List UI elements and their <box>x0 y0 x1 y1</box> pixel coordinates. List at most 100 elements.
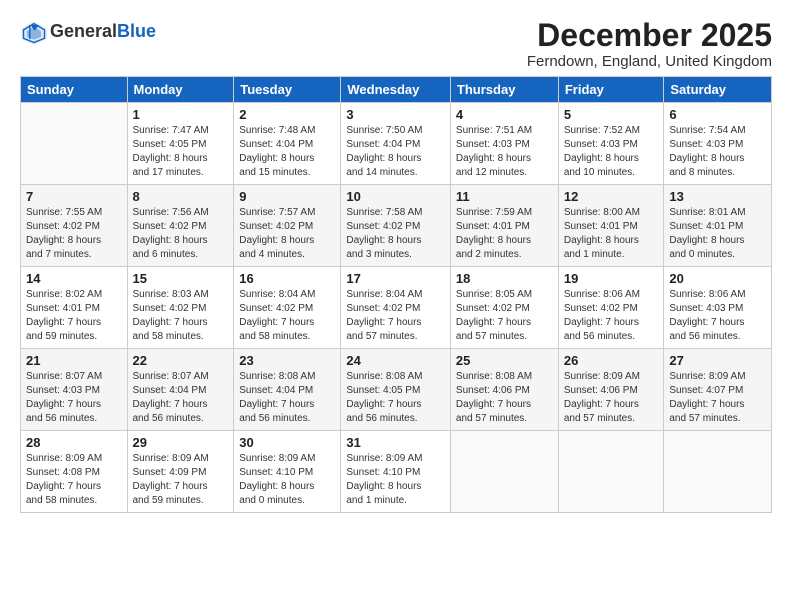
calendar-day-cell: 1 Sunrise: 7:47 AM Sunset: 4:05 PM Daylig… <box>127 103 234 185</box>
day-info: Sunrise: 8:09 AM Sunset: 4:07 PM Dayligh… <box>669 370 766 426</box>
day-info: Sunrise: 7:47 AM Sunset: 4:05 PM Dayligh… <box>133 124 229 180</box>
calendar-day-cell: 19Sunrise: 8:06 AM Sunset: 4:02 PM Dayli… <box>558 267 664 349</box>
day-info: Sunrise: 7:59 AM Sunset: 4:01 PM Dayligh… <box>456 206 553 262</box>
day-info: Sunrise: 8:02 AM Sunset: 4:01 PM Dayligh… <box>26 288 122 344</box>
weekday-header-saturday: Saturday <box>664 77 772 103</box>
day-number: 4 <box>456 107 553 122</box>
day-info: Sunrise: 7:55 AM Sunset: 4:02 PM Dayligh… <box>26 206 122 262</box>
calendar-day-cell: 11 Sunrise: 7:59 AM Sunset: 4:01 PM Dayli… <box>450 185 558 267</box>
day-number: 3 <box>346 107 445 122</box>
day-number: 22 <box>133 353 229 368</box>
day-info: Sunrise: 8:06 AM Sunset: 4:02 PM Dayligh… <box>564 288 659 344</box>
day-info: Sunrise: 7:57 AM Sunset: 4:02 PM Dayligh… <box>239 206 335 262</box>
weekday-header-row: SundayMondayTuesdayWednesdayThursdayFrid… <box>21 77 772 103</box>
day-number: 14 <box>26 271 122 286</box>
day-number: 7 <box>26 189 122 204</box>
day-info: Sunrise: 8:09 AM Sunset: 4:06 PM Dayligh… <box>564 370 659 426</box>
day-info: Sunrise: 8:04 AM Sunset: 4:02 PM Dayligh… <box>346 288 445 344</box>
day-info: Sunrise: 8:00 AM Sunset: 4:01 PM Dayligh… <box>564 206 659 262</box>
logo-general-text: General <box>50 21 117 41</box>
calendar-day-cell: 20Sunrise: 8:06 AM Sunset: 4:03 PM Dayli… <box>664 267 772 349</box>
day-number: 24 <box>346 353 445 368</box>
day-info: Sunrise: 8:07 AM Sunset: 4:03 PM Dayligh… <box>26 370 122 426</box>
day-info: Sunrise: 8:08 AM Sunset: 4:06 PM Dayligh… <box>456 370 553 426</box>
day-info: Sunrise: 8:01 AM Sunset: 4:01 PM Dayligh… <box>669 206 766 262</box>
day-number: 17 <box>346 271 445 286</box>
day-info: Sunrise: 7:50 AM Sunset: 4:04 PM Dayligh… <box>346 124 445 180</box>
calendar-day-cell: 12 Sunrise: 8:00 AM Sunset: 4:01 PM Dayli… <box>558 185 664 267</box>
calendar-day-cell: 13 Sunrise: 8:01 AM Sunset: 4:01 PM Dayli… <box>664 185 772 267</box>
day-number: 26 <box>564 353 659 368</box>
calendar-day-cell: 29 Sunrise: 8:09 AM Sunset: 4:09 PM Dayli… <box>127 431 234 513</box>
calendar-day-cell: 23 Sunrise: 8:08 AM Sunset: 4:04 PM Dayli… <box>234 349 341 431</box>
calendar-day-cell <box>21 103 128 185</box>
day-number: 5 <box>564 107 659 122</box>
calendar-day-cell: 4 Sunrise: 7:51 AM Sunset: 4:03 PM Daylig… <box>450 103 558 185</box>
calendar-day-cell: 10Sunrise: 7:58 AM Sunset: 4:02 PM Dayli… <box>341 185 451 267</box>
calendar-day-cell: 17 Sunrise: 8:04 AM Sunset: 4:02 PM Dayli… <box>341 267 451 349</box>
day-info: Sunrise: 7:51 AM Sunset: 4:03 PM Dayligh… <box>456 124 553 180</box>
weekday-header-sunday: Sunday <box>21 77 128 103</box>
day-number: 13 <box>669 189 766 204</box>
day-info: Sunrise: 7:48 AM Sunset: 4:04 PM Dayligh… <box>239 124 335 180</box>
day-number: 18 <box>456 271 553 286</box>
day-info: Sunrise: 8:03 AM Sunset: 4:02 PM Dayligh… <box>133 288 229 344</box>
weekday-header-thursday: Thursday <box>450 77 558 103</box>
day-number: 2 <box>239 107 335 122</box>
calendar-week-row: 21 Sunrise: 8:07 AM Sunset: 4:03 PM Dayli… <box>21 349 772 431</box>
day-info: Sunrise: 7:56 AM Sunset: 4:02 PM Dayligh… <box>133 206 229 262</box>
calendar-day-cell: 30 Sunrise: 8:09 AM Sunset: 4:10 PM Dayli… <box>234 431 341 513</box>
title-block: December 2025 Ferndown, England, United … <box>527 18 772 70</box>
calendar-day-cell: 9 Sunrise: 7:57 AM Sunset: 4:02 PM Daylig… <box>234 185 341 267</box>
day-number: 27 <box>669 353 766 368</box>
calendar-day-cell: 6 Sunrise: 7:54 AM Sunset: 4:03 PM Daylig… <box>664 103 772 185</box>
day-info: Sunrise: 8:09 AM Sunset: 4:09 PM Dayligh… <box>133 452 229 508</box>
logo-blue-text: Blue <box>117 21 156 41</box>
day-number: 31 <box>346 435 445 450</box>
calendar-page: GeneralBlue December 2025 Ferndown, Engl… <box>0 0 792 523</box>
day-number: 30 <box>239 435 335 450</box>
calendar-day-cell: 3 Sunrise: 7:50 AM Sunset: 4:04 PM Daylig… <box>341 103 451 185</box>
calendar-table: SundayMondayTuesdayWednesdayThursdayFrid… <box>20 76 772 513</box>
calendar-week-row: 7 Sunrise: 7:55 AM Sunset: 4:02 PM Daylig… <box>21 185 772 267</box>
day-info: Sunrise: 7:54 AM Sunset: 4:03 PM Dayligh… <box>669 124 766 180</box>
header: GeneralBlue December 2025 Ferndown, Engl… <box>20 18 772 70</box>
weekday-header-wednesday: Wednesday <box>341 77 451 103</box>
calendar-week-row: 1 Sunrise: 7:47 AM Sunset: 4:05 PM Daylig… <box>21 103 772 185</box>
calendar-week-row: 14 Sunrise: 8:02 AM Sunset: 4:01 PM Dayli… <box>21 267 772 349</box>
day-number: 6 <box>669 107 766 122</box>
day-number: 25 <box>456 353 553 368</box>
day-number: 16 <box>239 271 335 286</box>
day-number: 23 <box>239 353 335 368</box>
day-number: 29 <box>133 435 229 450</box>
calendar-day-cell: 25 Sunrise: 8:08 AM Sunset: 4:06 PM Dayli… <box>450 349 558 431</box>
calendar-day-cell: 15Sunrise: 8:03 AM Sunset: 4:02 PM Dayli… <box>127 267 234 349</box>
calendar-day-cell: 16 Sunrise: 8:04 AM Sunset: 4:02 PM Dayli… <box>234 267 341 349</box>
day-number: 1 <box>133 107 229 122</box>
calendar-day-cell: 8Sunrise: 7:56 AM Sunset: 4:02 PM Daylig… <box>127 185 234 267</box>
day-info: Sunrise: 8:05 AM Sunset: 4:02 PM Dayligh… <box>456 288 553 344</box>
location: Ferndown, England, United Kingdom <box>527 53 772 70</box>
calendar-day-cell: 28 Sunrise: 8:09 AM Sunset: 4:08 PM Dayli… <box>21 431 128 513</box>
day-info: Sunrise: 8:08 AM Sunset: 4:05 PM Dayligh… <box>346 370 445 426</box>
day-number: 20 <box>669 271 766 286</box>
month-title: December 2025 <box>527 18 772 53</box>
day-info: Sunrise: 8:09 AM Sunset: 4:10 PM Dayligh… <box>239 452 335 508</box>
day-info: Sunrise: 8:04 AM Sunset: 4:02 PM Dayligh… <box>239 288 335 344</box>
day-number: 11 <box>456 189 553 204</box>
day-number: 21 <box>26 353 122 368</box>
logo: GeneralBlue <box>20 18 156 46</box>
day-info: Sunrise: 8:09 AM Sunset: 4:08 PM Dayligh… <box>26 452 122 508</box>
day-number: 28 <box>26 435 122 450</box>
logo-icon <box>20 18 48 46</box>
day-number: 12 <box>564 189 659 204</box>
day-info: Sunrise: 8:09 AM Sunset: 4:10 PM Dayligh… <box>346 452 445 508</box>
day-info: Sunrise: 8:08 AM Sunset: 4:04 PM Dayligh… <box>239 370 335 426</box>
calendar-day-cell <box>558 431 664 513</box>
calendar-day-cell: 24 Sunrise: 8:08 AM Sunset: 4:05 PM Dayli… <box>341 349 451 431</box>
calendar-day-cell: 31 Sunrise: 8:09 AM Sunset: 4:10 PM Dayli… <box>341 431 451 513</box>
day-number: 9 <box>239 189 335 204</box>
calendar-day-cell: 27 Sunrise: 8:09 AM Sunset: 4:07 PM Dayli… <box>664 349 772 431</box>
weekday-header-tuesday: Tuesday <box>234 77 341 103</box>
calendar-week-row: 28 Sunrise: 8:09 AM Sunset: 4:08 PM Dayli… <box>21 431 772 513</box>
